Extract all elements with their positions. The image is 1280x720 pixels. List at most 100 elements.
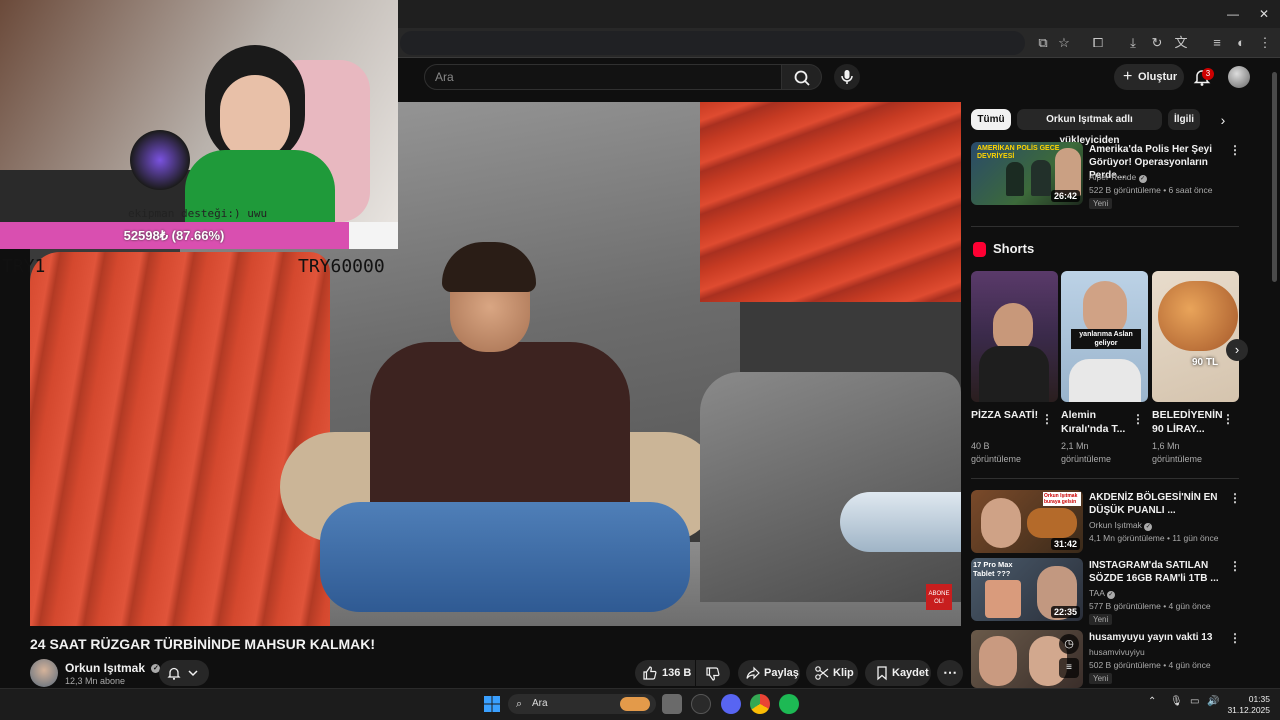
channel-avatar[interactable]	[30, 659, 58, 687]
scissors-icon	[815, 666, 829, 680]
browser-menu-icon[interactable]: ⋮	[1255, 33, 1275, 53]
donation-goal-min: TRY1	[2, 256, 46, 277]
save-button[interactable]: Kaydet	[865, 660, 931, 686]
short-title[interactable]: PİZZA SAATİ!	[971, 408, 1041, 422]
shorts-next-icon[interactable]: ›	[1226, 339, 1248, 361]
chip-related[interactable]: İlgili	[1168, 109, 1200, 130]
network-icon[interactable]: ▭	[1190, 696, 1199, 707]
verified-icon: ✓	[1106, 591, 1115, 599]
voice-search-button[interactable]	[834, 64, 860, 90]
video-channel[interactable]: Orkun Işıtmak ✓	[1089, 520, 1153, 531]
channel-name[interactable]: Orkun Işıtmak ✓	[65, 661, 161, 675]
subscribe-overlay-icon[interactable]: ABONE OL!	[926, 584, 952, 610]
create-label: Oluştur	[1138, 71, 1178, 83]
close-icon[interactable]: ✕	[1255, 6, 1273, 22]
backpack	[700, 372, 961, 602]
more-vertical-icon[interactable]: ⋮	[1132, 412, 1144, 426]
microphone-icon	[841, 70, 853, 84]
short-title[interactable]: BELEDİYENİN 90 LİRAY...	[1152, 408, 1223, 436]
like-button[interactable]: 136 B	[635, 660, 695, 686]
video-title-link[interactable]: AKDENİZ BÖLGESİ'NİN EN DÜŞÜK PUANLI ...	[1089, 491, 1229, 517]
video-channel[interactable]: Alper Rende ✓	[1089, 172, 1147, 183]
more-vertical-icon[interactable]: ⋮	[1222, 412, 1234, 426]
dislike-button[interactable]	[696, 660, 730, 686]
short-thumbnail[interactable]	[971, 271, 1058, 402]
video-thumbnail[interactable]: 17 Pro Max Tablet ??? 22:35	[971, 558, 1083, 621]
clock-time[interactable]: 01:35	[1238, 694, 1270, 704]
notification-badge: 3	[1202, 68, 1214, 80]
clock-date[interactable]: 31.12.2025	[1226, 705, 1270, 715]
search-input[interactable]: Ara	[424, 64, 782, 90]
tray-chevron-icon[interactable]: ⌃	[1148, 696, 1156, 707]
short-views: 2,1 Mn görüntüleme	[1061, 441, 1112, 464]
save-label: Kaydet	[892, 667, 929, 679]
account-avatar[interactable]	[1228, 66, 1250, 88]
search-highlight-icon	[620, 697, 650, 711]
more-vertical-icon[interactable]: ⋮	[1041, 412, 1053, 426]
streamer-face	[220, 75, 290, 160]
search-icon: ⌕	[516, 698, 523, 710]
more-vertical-icon[interactable]: ⋮	[1229, 559, 1241, 573]
share-button[interactable]: Paylaş	[738, 660, 800, 686]
subscription-bell-button[interactable]	[159, 660, 209, 686]
short-title[interactable]: Alemin Kıralı'nda T...	[1061, 408, 1131, 436]
webcam-caption: ekipman desteği:) uwu	[128, 207, 268, 220]
thumbnail-caption: Orkun Işıtmak buraya gelsin	[1043, 492, 1081, 506]
short-thumbnail[interactable]: 90 TL	[1152, 271, 1239, 402]
new-badge: Yeni	[1089, 198, 1113, 209]
profile-icon[interactable]: ◐	[1231, 33, 1251, 53]
video-thumbnail[interactable]: Orkun Işıtmak buraya gelsin 31:42	[971, 490, 1083, 553]
short-thumbnail[interactable]: yanlarıma Aslan geliyor	[1061, 271, 1148, 402]
chips-next-icon[interactable]: ›	[1214, 111, 1232, 129]
bookmark-star-icon[interactable]: ☆	[1054, 33, 1074, 53]
thumbnail-food	[1158, 281, 1238, 351]
windows-logo-icon	[484, 696, 500, 712]
chrome-icon[interactable]	[750, 694, 770, 714]
video-title-link[interactable]: INSTAGRAM'da SATILAN SÖZDE 16GB RAM'li 1…	[1089, 559, 1229, 585]
install-app-icon[interactable]: ⧉	[1033, 33, 1053, 53]
thumbs-down-icon	[706, 667, 720, 681]
maximize-icon[interactable]	[1225, 6, 1243, 22]
donation-goal-text: 52598₺ (87.66%)	[123, 228, 225, 243]
github-icon[interactable]	[691, 694, 711, 714]
watch-later-icon[interactable]: ◷	[1059, 634, 1079, 654]
add-to-queue-icon[interactable]: ≡	[1059, 658, 1079, 678]
chip-all[interactable]: Tümü	[971, 109, 1011, 130]
more-vertical-icon[interactable]: ⋮	[1229, 631, 1241, 645]
search-button[interactable]	[782, 64, 822, 90]
microphone-icon[interactable]: 🎙	[1170, 696, 1183, 707]
channel-name-text: Orkun Işıtmak	[65, 661, 146, 675]
video-title-link[interactable]: husamyuyu yayın vakti 13	[1089, 631, 1229, 644]
discord-icon[interactable]	[721, 694, 741, 714]
more-vertical-icon[interactable]: ⋮	[1229, 491, 1241, 505]
like-count: 136 B	[662, 667, 692, 679]
spotify-icon[interactable]	[779, 694, 799, 714]
translate-icon[interactable]: 文	[1171, 33, 1191, 53]
divider	[971, 478, 1239, 479]
video-channel[interactable]: husamvivuyiyu	[1089, 647, 1145, 657]
more-actions-button[interactable]: ⋯	[937, 660, 963, 686]
more-vertical-icon[interactable]: ⋮	[1229, 143, 1241, 157]
video-channel-text: TAA	[1089, 588, 1105, 598]
extensions-icon[interactable]: ⧠	[1088, 33, 1108, 53]
create-button[interactable]: + Oluştur	[1114, 64, 1184, 90]
clip-button[interactable]: Klip	[806, 660, 858, 686]
video-thumbnail[interactable]: ◷ ≡	[971, 630, 1083, 688]
reading-list-icon[interactable]: ≡	[1207, 33, 1227, 53]
divider	[971, 226, 1239, 227]
video-duration: 31:42	[1050, 538, 1080, 550]
download-icon[interactable]: ⤓	[1123, 33, 1143, 53]
address-bar[interactable]	[400, 31, 1025, 55]
windows-start-icon[interactable]	[484, 696, 500, 712]
more-horizontal-icon: ⋯	[943, 664, 957, 680]
scrollbar[interactable]	[1272, 72, 1277, 282]
video-meta: 502 B görüntüleme • 4 gün önce	[1089, 660, 1211, 670]
volume-icon[interactable]: 🔊	[1207, 696, 1219, 707]
video-channel[interactable]: TAA ✓	[1089, 588, 1115, 599]
water-bottle	[840, 492, 961, 552]
chip-from-uploader[interactable]: Orkun Işıtmak adlı yükleyiciden	[1017, 109, 1162, 146]
taskbar-search[interactable]: ⌕ Ara	[508, 694, 656, 714]
task-view-icon[interactable]	[662, 694, 682, 714]
video-thumbnail[interactable]: AMERİKAN POLİS GECE DEVRİYESİ 26:42	[971, 142, 1083, 205]
history-icon[interactable]: ↻	[1147, 33, 1167, 53]
